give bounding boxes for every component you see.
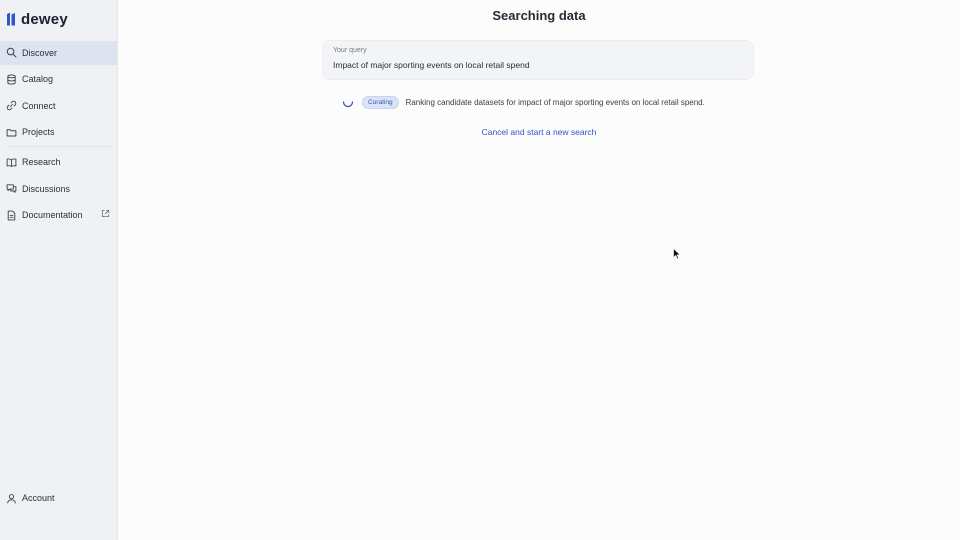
account-section: Account — [0, 486, 118, 510]
query-text: Impact of major sporting events on local… — [333, 60, 530, 70]
cancel-search-link[interactable]: Cancel and start a new search — [118, 127, 960, 137]
sidebar-item-label: Catalog — [22, 74, 54, 84]
user-icon — [7, 493, 16, 503]
sidebar-item-label: Discover — [22, 47, 58, 58]
brand[interactable]: dewey — [0, 0, 117, 38]
sidebar-item-label: Connect — [22, 100, 56, 111]
sidebar-nav-secondary: Research Discussions Documentation — [0, 150, 117, 227]
sidebar-nav: Discover Catalog Connect Projects — [0, 40, 117, 145]
sidebar-item-documentation[interactable]: Documentation — [0, 203, 117, 227]
sidebar-item-label: Documentation — [22, 210, 83, 220]
sidebar-item-label: Account — [22, 493, 55, 503]
sidebar-item-research[interactable]: Research — [0, 150, 117, 174]
sidebar-item-discover[interactable]: Discover — [0, 40, 117, 65]
status-row: Curating Ranking candidate datasets for … — [342, 95, 705, 109]
sidebar-item-catalog[interactable]: Catalog — [0, 67, 117, 91]
sidebar-item-account[interactable]: Account — [0, 486, 118, 510]
sidebar: dewey Discover Catalog Connect Projects … — [0, 0, 118, 540]
sidebar-item-connect[interactable]: Connect — [0, 94, 117, 118]
status-text: Ranking candidate datasets for impact of… — [405, 97, 705, 107]
query-card: Your query Impact of major sporting even… — [322, 40, 754, 80]
link-icon — [6, 100, 17, 111]
dewey-logo-icon — [7, 12, 15, 26]
page-title: Searching data — [492, 8, 586, 23]
main-content: Searching data Your query Impact of majo… — [118, 0, 960, 540]
book-icon — [6, 158, 17, 167]
sidebar-item-discussions[interactable]: Discussions — [0, 177, 117, 201]
search-icon — [6, 47, 17, 58]
status-badge: Curating — [362, 95, 399, 109]
app-window: dewey Discover Catalog Connect Projects … — [0, 0, 960, 540]
sidebar-item-label: Discussions — [22, 183, 71, 194]
folder-icon — [6, 128, 17, 136]
external-link-icon — [101, 209, 110, 218]
sidebar-divider — [6, 146, 111, 147]
sidebar-item-projects[interactable]: Projects — [0, 120, 117, 144]
sidebar-item-label: Research — [22, 157, 61, 167]
query-label: Your query — [333, 47, 367, 54]
document-icon — [7, 210, 16, 220]
sidebar-item-label: Projects — [22, 127, 55, 137]
brand-name: dewey — [21, 10, 68, 28]
mouse-cursor-icon — [673, 248, 681, 260]
database-icon — [7, 73, 16, 85]
loading-spinner-icon — [342, 101, 354, 108]
chat-icon — [6, 184, 17, 193]
